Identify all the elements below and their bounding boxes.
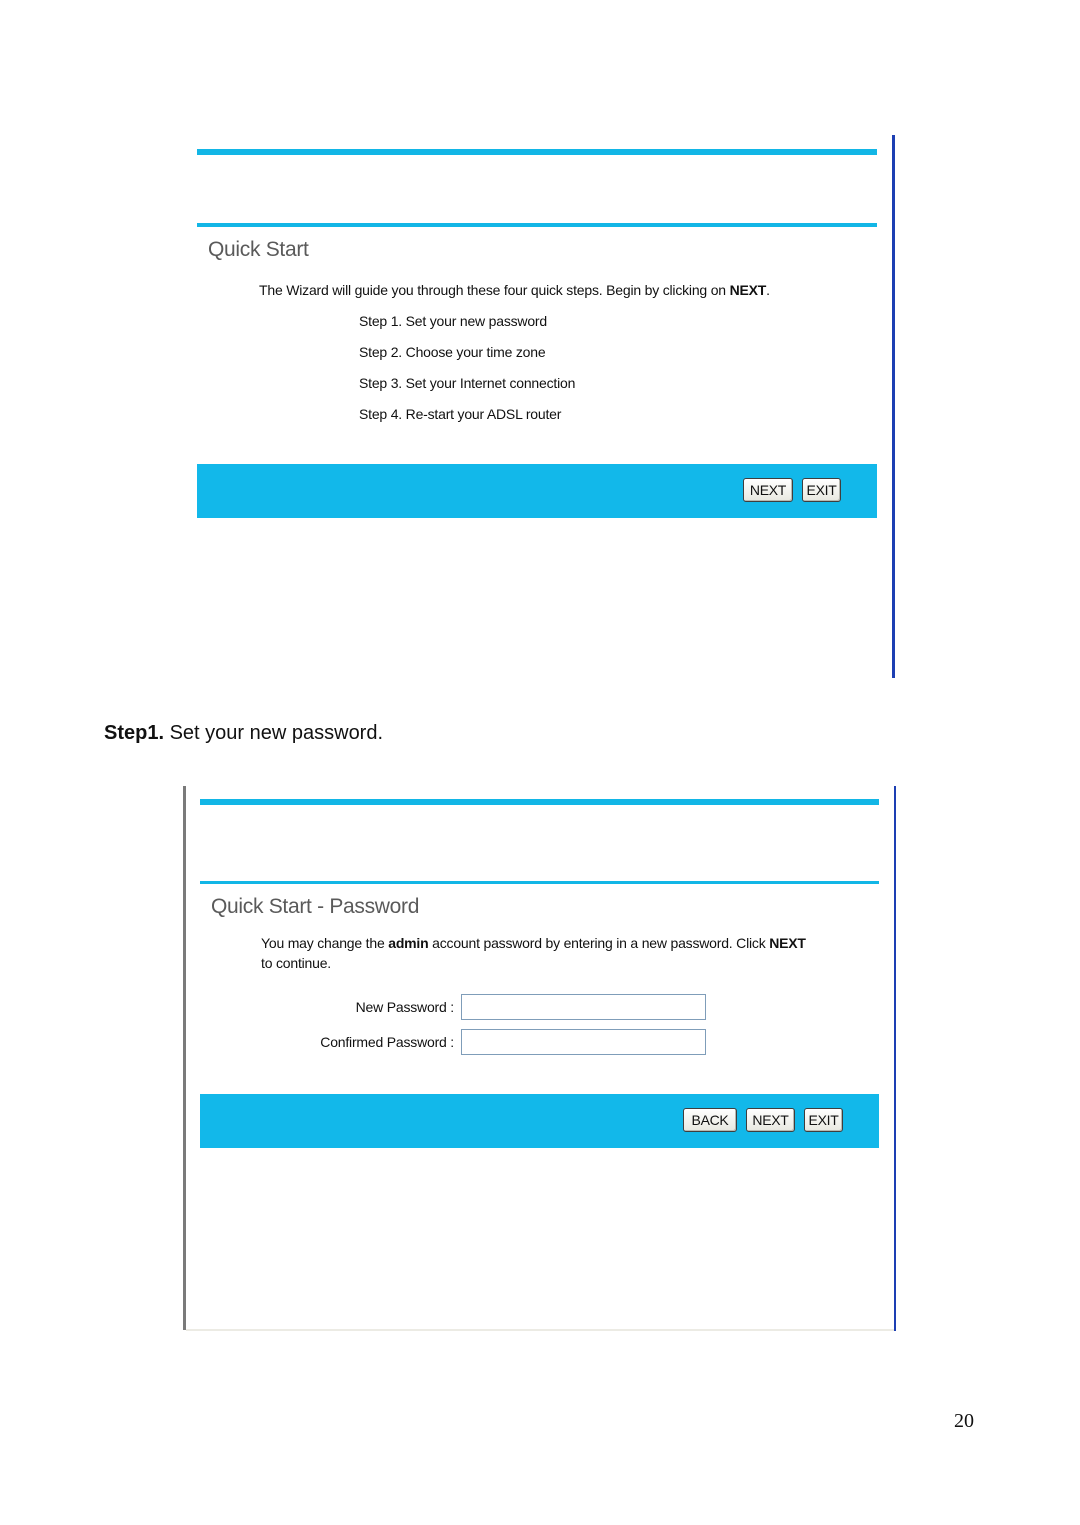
frame-right-border bbox=[892, 135, 895, 678]
exit-button[interactable]: EXIT bbox=[802, 478, 841, 502]
intro-suffix: . bbox=[766, 282, 770, 298]
header-bottom-line bbox=[197, 223, 877, 227]
description-text-line2: to continue. bbox=[261, 955, 331, 971]
page-title: Quick Start - Password bbox=[211, 895, 420, 918]
frame-right-border bbox=[894, 786, 896, 1331]
new-password-label: New Password : bbox=[355, 999, 455, 1015]
description-text: You may change the admin account passwor… bbox=[261, 935, 806, 951]
step-item: Step 2. Choose your time zone bbox=[359, 344, 546, 360]
header-top-line bbox=[200, 799, 879, 805]
caption-text: Set your new password. bbox=[164, 722, 384, 744]
intro-text: The Wizard will guide you through these … bbox=[259, 282, 770, 298]
desc-bold-next: NEXT bbox=[769, 935, 806, 951]
step-item: Step 1. Set your new password bbox=[359, 313, 547, 329]
step-caption: Step1. Set your new password. bbox=[104, 722, 383, 745]
step-item: Step 4. Re-start your ADSL router bbox=[359, 406, 562, 422]
step-item: Step 3. Set your Internet connection bbox=[359, 375, 576, 391]
intro-bold: NEXT bbox=[729, 282, 767, 298]
header-top-line bbox=[197, 149, 877, 155]
frame-left-border bbox=[183, 786, 186, 1330]
next-button[interactable]: NEXT bbox=[746, 1108, 795, 1132]
page-number: 20 bbox=[954, 1410, 974, 1432]
header-bottom-line bbox=[200, 881, 879, 884]
new-password-input[interactable] bbox=[461, 994, 706, 1020]
desc-part: account password by entering in a new pa… bbox=[428, 935, 770, 951]
intro-prefix: The Wizard will guide you through these … bbox=[259, 282, 730, 298]
caption-bold: Step1. bbox=[104, 722, 165, 744]
confirmed-password-label: Confirmed Password : bbox=[320, 1034, 454, 1050]
desc-bold-admin: admin bbox=[388, 935, 429, 951]
next-button[interactable]: NEXT bbox=[743, 478, 793, 502]
exit-button[interactable]: EXIT bbox=[804, 1108, 843, 1132]
confirmed-password-input[interactable] bbox=[461, 1029, 706, 1055]
back-button[interactable]: BACK bbox=[683, 1108, 737, 1132]
page-title: Quick Start bbox=[208, 238, 309, 261]
frame-bottom-border bbox=[186, 1329, 894, 1331]
desc-part: You may change the bbox=[261, 935, 389, 951]
